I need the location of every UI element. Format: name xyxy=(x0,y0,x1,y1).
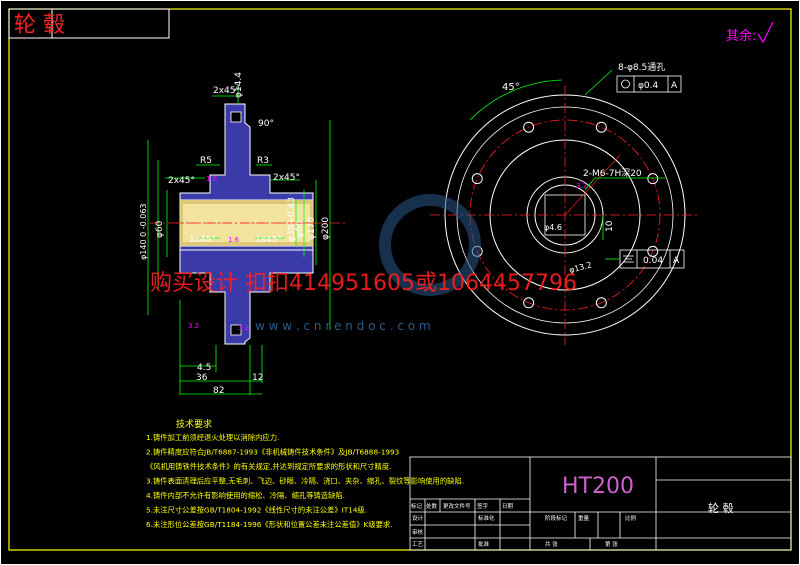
sym-tol-value: 0.04 xyxy=(643,256,663,266)
tech-req-line: 5.未注尺寸公差按GB/T1804-1992《线性尺寸的未注公差》IT14级. xyxy=(146,506,367,515)
bolt-hole-upper xyxy=(230,111,242,123)
tech-req-line: 1.铸件加工前须经退火处理以消除内应力. xyxy=(146,433,279,442)
tech-req-title: 技术要求 xyxy=(176,418,212,430)
dim-dia-170: φ170 xyxy=(307,217,317,240)
dim-dia-60: φ60 xyxy=(155,220,165,238)
tb-stage: 阶段标记 xyxy=(545,514,568,522)
dim-dia-140: φ140 0 -0.063 xyxy=(139,203,148,260)
material-value: HT200 xyxy=(562,474,634,499)
tb-process: 工艺 xyxy=(412,541,424,548)
rough-left: 1.6 xyxy=(206,175,218,183)
tech-req-line: 4.铸件内部不允许有影响使用的缩松、冷隔、缩孔等铸造缺陷. xyxy=(146,491,345,500)
watermark-text: 购买设计 扣扣414951605或1064457796 xyxy=(150,271,577,296)
holes-leader xyxy=(584,69,613,96)
dim-r5: R5 xyxy=(200,156,212,166)
title-block: HT200 轮 毂 标记 处数 更改文件号 签字 日期 设计 标准化 审核 工艺 批准 … xyxy=(409,456,792,551)
position-icon xyxy=(621,79,630,89)
dim-len-45: 4.5 xyxy=(197,363,211,373)
position-tolerance-frame: φ0.4 A xyxy=(616,75,682,93)
dim-dia-144: φ14.4 xyxy=(234,72,244,98)
key-depth: φ4.6 xyxy=(544,223,562,232)
angle-45-label: 45° xyxy=(502,82,520,93)
bolt-hole xyxy=(595,121,607,133)
side-view: 45° 8-φ8.5通孔 φ0.4 A 2-M6-7H深20 3.2 10 φ1… xyxy=(430,62,700,345)
dim-chamfer-right: 2x45° xyxy=(273,173,300,183)
tech-req-line: 6.未注形位公差按GB/T1184-1996《形状和位置公差未注公差值》K级要求… xyxy=(146,520,393,529)
title-tab: 轮 毂 xyxy=(8,8,170,39)
tb-scale: 比例 xyxy=(625,514,637,522)
tb-design: 设计 xyxy=(412,514,424,522)
tb-check: 审核 xyxy=(412,528,424,536)
tech-req-line: 3.铸件表面清理后应平整,无毛刺、飞边、砂眼、冷隔、浇口、夹杂、缩孔、裂纹等影响… xyxy=(146,477,464,486)
front-view: 2x45° φ14.4 90° R5 R3 2x45° 2x45° φ140 0… xyxy=(139,72,345,396)
dim-len-82: 82 xyxy=(213,386,224,396)
dim-r3: R3 xyxy=(257,156,269,166)
dim-chamfer-left: 2x45° xyxy=(168,176,195,186)
tap-spec: 2-M6-7H深20 xyxy=(583,168,642,179)
symmetry-tolerance-frame: 0.04 A xyxy=(605,249,685,269)
dim-angle-90: 90° xyxy=(258,119,274,129)
tb-header: 日期 xyxy=(502,503,514,510)
tb-standard: 标准化 xyxy=(478,514,495,522)
roughness-check-icon xyxy=(757,21,774,44)
roughness-note: 其余: xyxy=(726,21,774,44)
key-width: 10 xyxy=(605,220,615,232)
tb-sheets: 共 张 xyxy=(545,540,558,548)
part-name: 轮 毂 xyxy=(708,501,734,515)
dim-chamfer-in-left: 1x45° xyxy=(189,235,216,245)
tb-approve: 批准 xyxy=(478,540,490,548)
watermark-site: w w w . c n r e n d o c . c o m xyxy=(255,319,431,333)
tb-header: 签字 xyxy=(477,502,489,510)
bolt-hole xyxy=(471,173,483,185)
datum-a2: A xyxy=(673,256,680,266)
dim-dia-200: φ200 xyxy=(321,217,331,240)
dim-chamfer-in-right: 1x45° xyxy=(255,235,282,245)
cad-drawing-canvas: 轮 毂 其余: 2x45° φ14.4 90° R5 R3 2x45° 2x45… xyxy=(0,0,800,565)
tb-header: 更改文件号 xyxy=(443,502,471,510)
dim-len-36: 36 xyxy=(196,373,208,383)
diag-centerline xyxy=(564,154,621,216)
dim-dia-60b: φ60 xyxy=(295,220,305,238)
holes-spec: 8-φ8.5通孔 xyxy=(618,62,665,73)
tb-header: 标记 xyxy=(411,502,423,510)
tech-req-line: 2.铸件精度应符合JB/T6887-1993《非机械铸件技术条件》及JB/T68… xyxy=(146,448,400,457)
rough-side: 3.2 xyxy=(576,182,587,190)
tb-sheet-no: 第 张 xyxy=(605,540,618,548)
tech-req-line: 《风机用铸铁件技术条件》的有关规定,并达到规定所要求的形状和尺寸精度. xyxy=(146,462,391,471)
rough-bottom2: 3.2 xyxy=(238,324,249,332)
tab-title-text: 轮 毂 xyxy=(14,13,65,38)
rough-bottom: 3.2 xyxy=(188,322,199,330)
rough-inner: 1.6 xyxy=(228,236,240,244)
tb-header: 处数 xyxy=(426,502,438,510)
pos-tol-value: φ0.4 xyxy=(638,81,659,91)
datum-a1: A xyxy=(671,81,678,91)
tb-weight: 重量 xyxy=(578,514,590,522)
dim-len-12: 12 xyxy=(252,373,263,383)
roughness-note-label: 其余: xyxy=(726,28,756,44)
